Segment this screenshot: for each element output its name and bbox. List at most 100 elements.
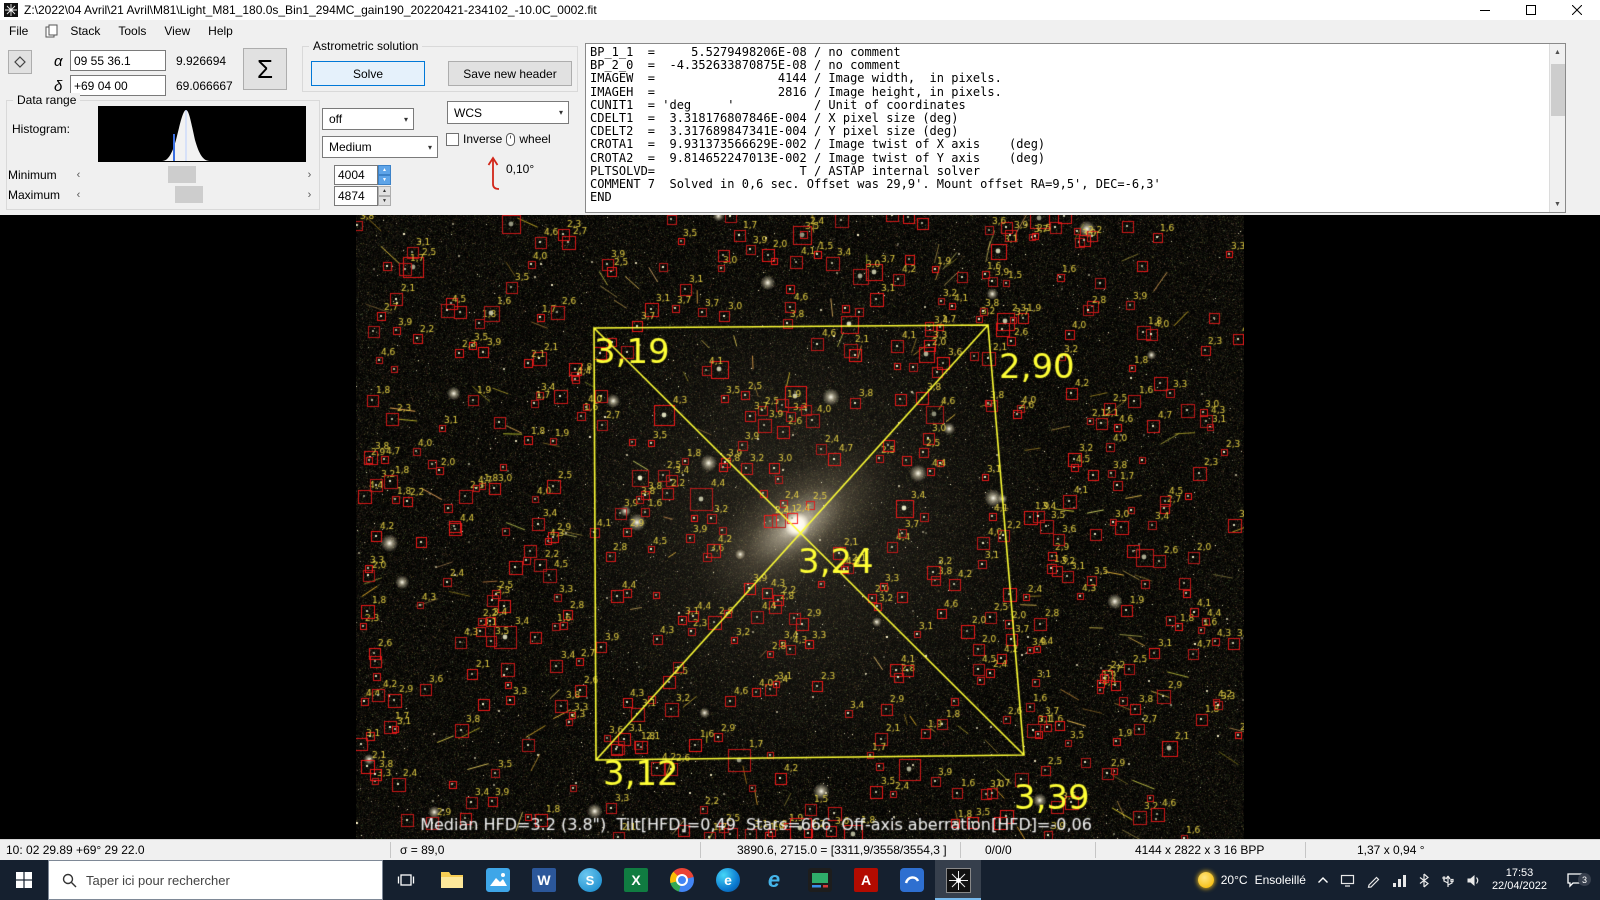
fits-scroll-thumb[interactable]	[1551, 64, 1565, 116]
fits-scrollbar[interactable]: ▲ ▼	[1549, 44, 1565, 212]
save-new-header-button[interactable]: Save new header	[448, 61, 572, 86]
task-view-button[interactable]	[383, 860, 429, 900]
notification-badge: 3	[1578, 873, 1591, 886]
dec-input[interactable]	[70, 75, 166, 96]
scroll-up-icon[interactable]: ▲	[1550, 44, 1565, 60]
menu-view[interactable]: View	[155, 24, 199, 38]
annotation-dropdown[interactable]: off ▾	[322, 108, 414, 130]
taskbar-app-acrobat[interactable]: A	[843, 860, 889, 900]
task-view-icon	[397, 874, 415, 886]
menu-file[interactable]: File	[0, 24, 37, 38]
scroll-right-icon[interactable]: ›	[301, 186, 318, 203]
maximum-scrollbar[interactable]: ‹ ›	[70, 186, 318, 203]
spin-down-icon[interactable]: ▼	[378, 175, 391, 185]
taskbar-app-edge[interactable]: e	[705, 860, 751, 900]
spin-up-icon[interactable]: ▲	[378, 186, 391, 196]
scroll-right-icon[interactable]: ›	[301, 166, 318, 183]
histogram-label: Histogram:	[12, 122, 71, 136]
image-display-area	[0, 215, 1600, 839]
scroll-down-icon[interactable]: ▼	[1550, 196, 1565, 212]
stretch-dropdown[interactable]: Medium ▾	[322, 136, 438, 158]
solve-button[interactable]: Solve	[311, 61, 425, 86]
menu-help[interactable]: Help	[199, 24, 242, 38]
ra-input[interactable]	[70, 50, 166, 71]
status-counters: 0/0/0	[985, 843, 1012, 857]
taskbar-app-excel[interactable]: X	[613, 860, 659, 900]
scroll-left-icon[interactable]: ‹	[70, 186, 87, 203]
network-icon[interactable]	[1392, 873, 1407, 888]
taskbar-app-astap[interactable]	[935, 860, 981, 900]
checkbox-box[interactable]	[446, 132, 459, 146]
blue-swirl-app-icon	[900, 868, 924, 892]
goto-position-button[interactable]	[8, 50, 32, 74]
ra-decimal-value: 9.926694	[176, 54, 227, 68]
inverse-wheel-checkbox[interactable]: Inverse wheel	[446, 132, 551, 146]
menu-stack[interactable]: Stack	[61, 24, 109, 38]
spin-down-icon[interactable]: ▼	[378, 196, 391, 206]
status-sigma: σ = 89,0	[400, 843, 445, 857]
minimum-spinner[interactable]: ▲▼	[334, 165, 391, 185]
system-tray: 20°C Ensoleillé 17:53 22/04/2022 3	[1197, 860, 1600, 900]
rotation-arrow-icon	[487, 156, 500, 190]
mouse-icon	[506, 132, 516, 146]
windows-logo-icon	[16, 872, 32, 888]
astap-icon	[945, 867, 971, 893]
taskbar-app-blue-swirl[interactable]	[889, 860, 935, 900]
maximum-spinner[interactable]: ▲▼	[334, 186, 391, 206]
volume-icon[interactable]	[1466, 873, 1481, 888]
taskbar-app-file-explorer[interactable]	[429, 860, 475, 900]
maximum-value-input[interactable]	[334, 186, 378, 206]
stack-pages-icon[interactable]	[45, 24, 59, 38]
pen-icon[interactable]	[1366, 873, 1381, 888]
wcs-dropdown[interactable]: WCS ▾	[447, 101, 569, 124]
clock-time: 17:53	[1505, 867, 1534, 879]
action-center-button[interactable]: 3	[1558, 872, 1592, 888]
taskbar-app-internet-explorer[interactable]: e	[751, 860, 797, 900]
weather-widget[interactable]: 20°C Ensoleillé	[1197, 872, 1306, 888]
word-icon: W	[532, 868, 556, 892]
scroll-left-icon[interactable]: ‹	[70, 166, 87, 183]
histogram-plot[interactable]	[98, 106, 306, 162]
stretch-dropdown-value: Medium	[329, 140, 372, 154]
inverse-label: Inverse	[463, 132, 503, 146]
start-button[interactable]	[0, 860, 48, 900]
minimum-scroll-thumb[interactable]	[168, 166, 197, 183]
clock-date: 22/04/2022	[1491, 880, 1547, 892]
minimum-label: Minimum	[8, 168, 57, 182]
bluetooth-icon[interactable]	[1418, 873, 1430, 888]
astrometric-solution-group: Astrometric solution Solve Save new head…	[302, 39, 578, 92]
astro-image-canvas[interactable]	[356, 215, 1244, 839]
menu-tools[interactable]: Tools	[109, 24, 155, 38]
fits-header-text: BP_1_1 = 5.5279498206E-08 / no comment B…	[590, 45, 1161, 205]
fits-header-panel[interactable]: BP_1_1 = 5.5279498206E-08 / no comment B…	[585, 43, 1566, 213]
sigma-stack-button[interactable]: Σ	[243, 48, 287, 90]
minimum-scrollbar[interactable]: ‹ ›	[70, 166, 318, 183]
taskbar-app-word[interactable]: W	[521, 860, 567, 900]
taskbar-app-photos[interactable]	[475, 860, 521, 900]
skype-icon: S	[578, 868, 602, 892]
usb-icon[interactable]	[1441, 873, 1455, 888]
taskbar-app-chrome[interactable]	[659, 860, 705, 900]
close-button[interactable]	[1554, 0, 1600, 20]
menu-bar: File Stack Tools View Help	[0, 20, 1600, 42]
taskbar-clock[interactable]: 17:53 22/04/2022	[1492, 867, 1547, 893]
maximum-label: Maximum	[8, 188, 61, 202]
taskbar-search[interactable]: Taper ici pour rechercher	[48, 860, 383, 900]
toolbar: α 9.926694 δ 69.066667 Σ Astrometric sol…	[0, 39, 1600, 215]
excel-icon: X	[624, 868, 648, 892]
maximum-scroll-thumb[interactable]	[174, 186, 203, 203]
astrometric-group-label: Astrometric solution	[309, 39, 423, 53]
taskbar-app-imaging[interactable]	[797, 860, 843, 900]
spin-up-icon[interactable]: ▲	[378, 165, 391, 175]
taskbar-app-skype[interactable]: S	[567, 860, 613, 900]
minimize-button[interactable]	[1462, 0, 1508, 20]
maximize-button[interactable]	[1508, 0, 1554, 20]
astap-window: Z:\2022\04 Avril\21 Avril\M81\Light_M81_…	[0, 0, 1600, 900]
monitor-icon[interactable]	[1340, 873, 1355, 888]
astap-app-icon	[4, 3, 18, 17]
chrome-icon	[670, 868, 694, 892]
hidden-icons-chevron[interactable]	[1317, 876, 1329, 884]
acrobat-icon: A	[854, 868, 878, 892]
minimum-value-input[interactable]	[334, 165, 378, 185]
alpha-symbol: α	[54, 53, 63, 70]
